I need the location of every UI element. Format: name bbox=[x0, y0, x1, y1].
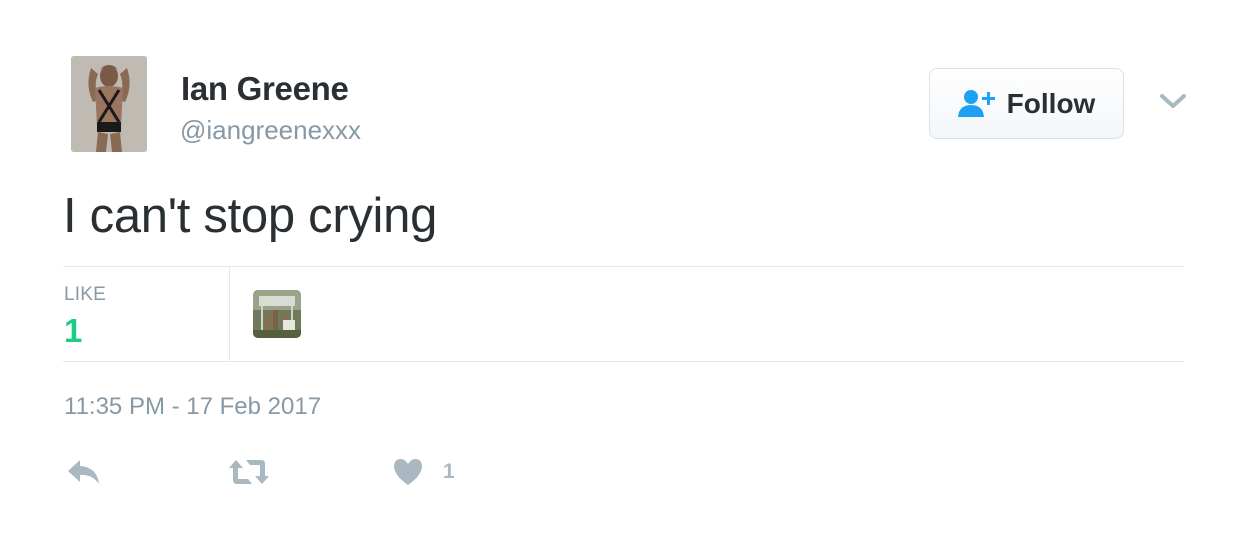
tweet-text: I can't stop crying bbox=[63, 189, 438, 243]
likes-stat[interactable]: LIKE 1 bbox=[63, 267, 230, 361]
display-name[interactable]: Ian Greene bbox=[181, 70, 349, 108]
avatar[interactable] bbox=[71, 56, 147, 152]
like-button[interactable]: 1 bbox=[393, 456, 455, 488]
retweet-icon[interactable] bbox=[228, 458, 270, 486]
chevron-down-icon[interactable] bbox=[1159, 93, 1187, 111]
likes-value: 1 bbox=[64, 312, 83, 349]
user-handle[interactable]: @iangreenexxx bbox=[180, 115, 361, 146]
reply-icon[interactable] bbox=[66, 458, 102, 486]
profile-photo-icon bbox=[71, 56, 147, 152]
likes-label: LIKE bbox=[64, 284, 106, 305]
tweet-timestamp[interactable]: 11:35 PM - 17 Feb 2017 bbox=[64, 393, 321, 421]
follow-button-label: Follow bbox=[1006, 87, 1096, 119]
like-count: 1 bbox=[443, 460, 455, 483]
liker-avatar[interactable] bbox=[253, 290, 301, 338]
liker-photo-icon bbox=[253, 290, 301, 338]
heart-icon bbox=[393, 458, 423, 486]
follow-button[interactable]: Follow bbox=[929, 68, 1124, 139]
tweet-stats: LIKE 1 bbox=[63, 266, 1184, 362]
add-user-icon bbox=[957, 89, 998, 119]
